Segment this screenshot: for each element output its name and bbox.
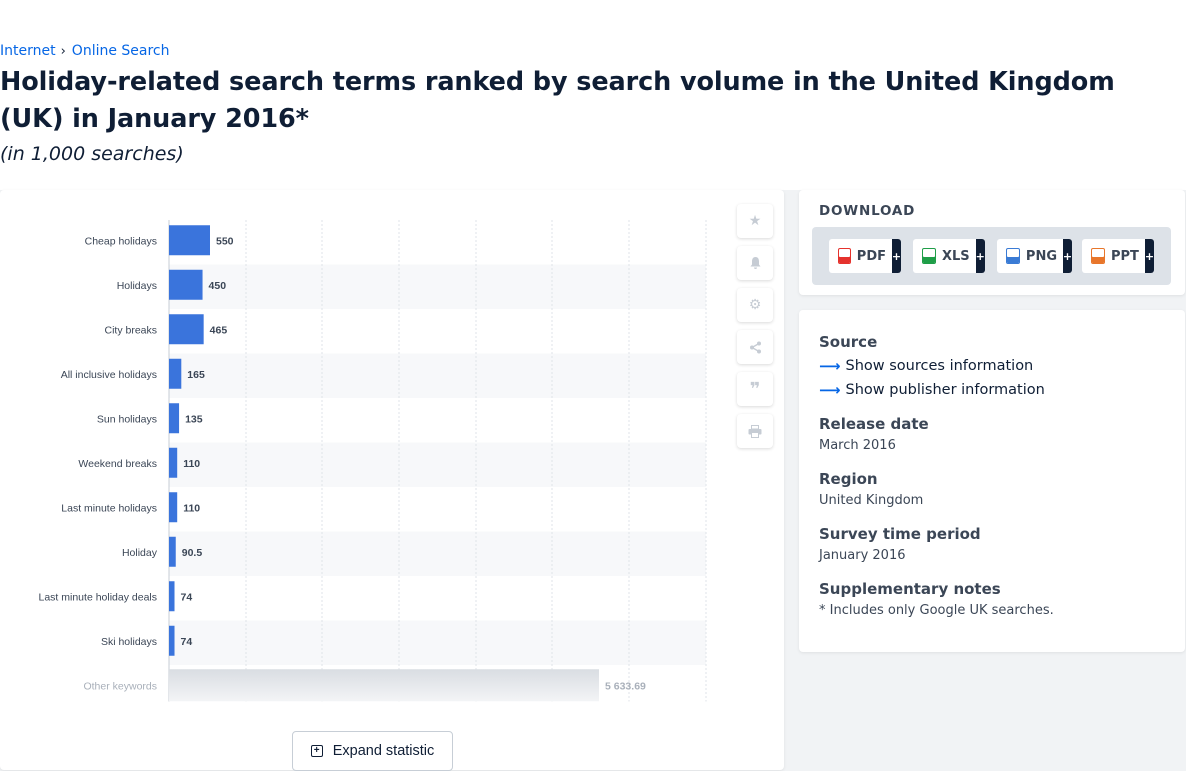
arrow-right-icon: ⟶: [819, 357, 841, 375]
category-label: Weekend breaks: [78, 458, 157, 470]
category-label: All inclusive holidays: [61, 369, 157, 381]
breadcrumb-separator: ›: [60, 43, 66, 59]
notes-value: * Includes only Google UK searches.: [819, 603, 1054, 618]
survey-period-heading: Survey time period: [819, 525, 981, 543]
region-value: United Kingdom: [819, 493, 924, 508]
value-label: 465: [210, 324, 228, 336]
value-label: 74: [181, 591, 193, 603]
xls-file-icon: [922, 248, 936, 264]
value-label-other: 5 633.69: [605, 680, 646, 692]
expand-statistic-label: Expand statistic: [332, 743, 435, 759]
show-sources-label: Show sources information: [845, 358, 1034, 374]
star-icon[interactable]: ★: [737, 204, 773, 238]
source-heading: Source: [819, 333, 878, 351]
png-file-icon: [1006, 248, 1020, 264]
pdf-file-icon: [838, 248, 851, 264]
bar-1: [169, 269, 203, 300]
release-date-value: March 2016: [819, 438, 896, 453]
download-png-button[interactable]: PNG +: [997, 239, 1072, 273]
quote-icon[interactable]: ❞: [737, 372, 773, 406]
category-label: Last minute holiday deals: [39, 591, 158, 603]
download-bar: PDF + XLS + PNG + PPT +: [812, 227, 1171, 285]
share-icon[interactable]: [737, 330, 773, 364]
bar-0: [169, 225, 210, 256]
download-png-label: PNG: [1025, 248, 1057, 264]
value-label: 74: [181, 636, 193, 648]
value-label: 135: [185, 413, 203, 425]
download-ppt-label: PPT: [1111, 248, 1139, 264]
category-label: Holiday: [122, 547, 158, 559]
value-label: 110: [183, 458, 200, 470]
gear-icon[interactable]: ⚙: [737, 288, 773, 322]
download-pdf-plus: +: [892, 239, 901, 273]
download-ppt-plus: +: [1145, 239, 1154, 273]
bar-9: [169, 625, 175, 656]
expand-statistic-button[interactable]: + Expand statistic: [292, 731, 453, 771]
value-label: 90.5: [182, 547, 203, 559]
show-publisher-label: Show publisher information: [845, 382, 1045, 398]
category-label: Holidays: [117, 280, 157, 292]
breadcrumb-item-online-search[interactable]: Online Search: [72, 43, 170, 59]
bar-2: [169, 314, 204, 345]
row-band: [169, 264, 706, 309]
value-label: 110: [183, 502, 200, 514]
notes-heading: Supplementary notes: [819, 580, 1001, 598]
value-label: 165: [187, 369, 205, 381]
download-pdf-label: PDF: [856, 248, 886, 264]
show-sources-link[interactable]: ⟶ Show sources information: [819, 357, 1033, 375]
bar-5: [169, 447, 178, 478]
survey-period-value: January 2016: [819, 548, 906, 563]
chart-toolbar: ★ ⚙ ❞: [737, 204, 773, 456]
page-title: Holiday-related search terms ranked by s…: [0, 67, 1115, 134]
row-band: [169, 442, 706, 487]
row-band: [169, 531, 706, 576]
plus-square-icon: +: [310, 745, 323, 757]
download-ppt-button[interactable]: PPT +: [1082, 239, 1154, 273]
bar-6: [169, 492, 178, 523]
bar-7: [169, 536, 176, 567]
bell-icon[interactable]: [737, 246, 773, 280]
breadcrumb-item-internet[interactable]: Internet: [0, 43, 56, 59]
category-label: Cheap holidays: [85, 235, 157, 247]
bar-3: [169, 358, 182, 389]
breadcrumb: Internet › Online Search: [0, 43, 170, 59]
value-label: 450: [209, 280, 227, 292]
download-xls-label: XLS: [942, 248, 970, 264]
download-xls-button[interactable]: XLS +: [913, 239, 985, 273]
download-card: DOWNLOAD PDF + XLS + PNG + PPT +: [799, 190, 1185, 295]
row-band: [169, 353, 706, 398]
category-label: City breaks: [104, 324, 157, 336]
category-label-other: Other keywords: [83, 680, 157, 692]
download-title: DOWNLOAD: [819, 203, 916, 219]
download-xls-plus: +: [976, 239, 985, 273]
value-label: 550: [216, 235, 234, 247]
page-subtitle: (in 1,000 searches): [0, 143, 184, 165]
download-pdf-button[interactable]: PDF +: [829, 239, 901, 273]
category-label: Sun holidays: [97, 413, 157, 425]
arrow-right-icon: ⟶: [819, 381, 841, 399]
download-png-plus: +: [1063, 239, 1072, 273]
category-label: Last minute holidays: [61, 502, 157, 514]
bar-chart: Cheap holidays 550 Holidays 450 City breaks 4…: [39, 220, 707, 702]
show-publisher-link[interactable]: ⟶ Show publisher information: [819, 381, 1045, 399]
print-icon[interactable]: [737, 414, 773, 448]
bar-other: [169, 669, 599, 702]
region-heading: Region: [819, 470, 878, 488]
category-label: Ski holidays: [101, 636, 157, 648]
bar-8: [169, 581, 175, 612]
ppt-file-icon: [1091, 248, 1105, 264]
row-band: [169, 620, 706, 665]
bar-4: [169, 403, 180, 434]
info-card: Source ⟶ Show sources information ⟶ Show…: [799, 310, 1185, 652]
chart-card: Cheap holidays 550 Holidays 450 City breaks 4…: [0, 190, 784, 771]
release-date-heading: Release date: [819, 415, 929, 433]
